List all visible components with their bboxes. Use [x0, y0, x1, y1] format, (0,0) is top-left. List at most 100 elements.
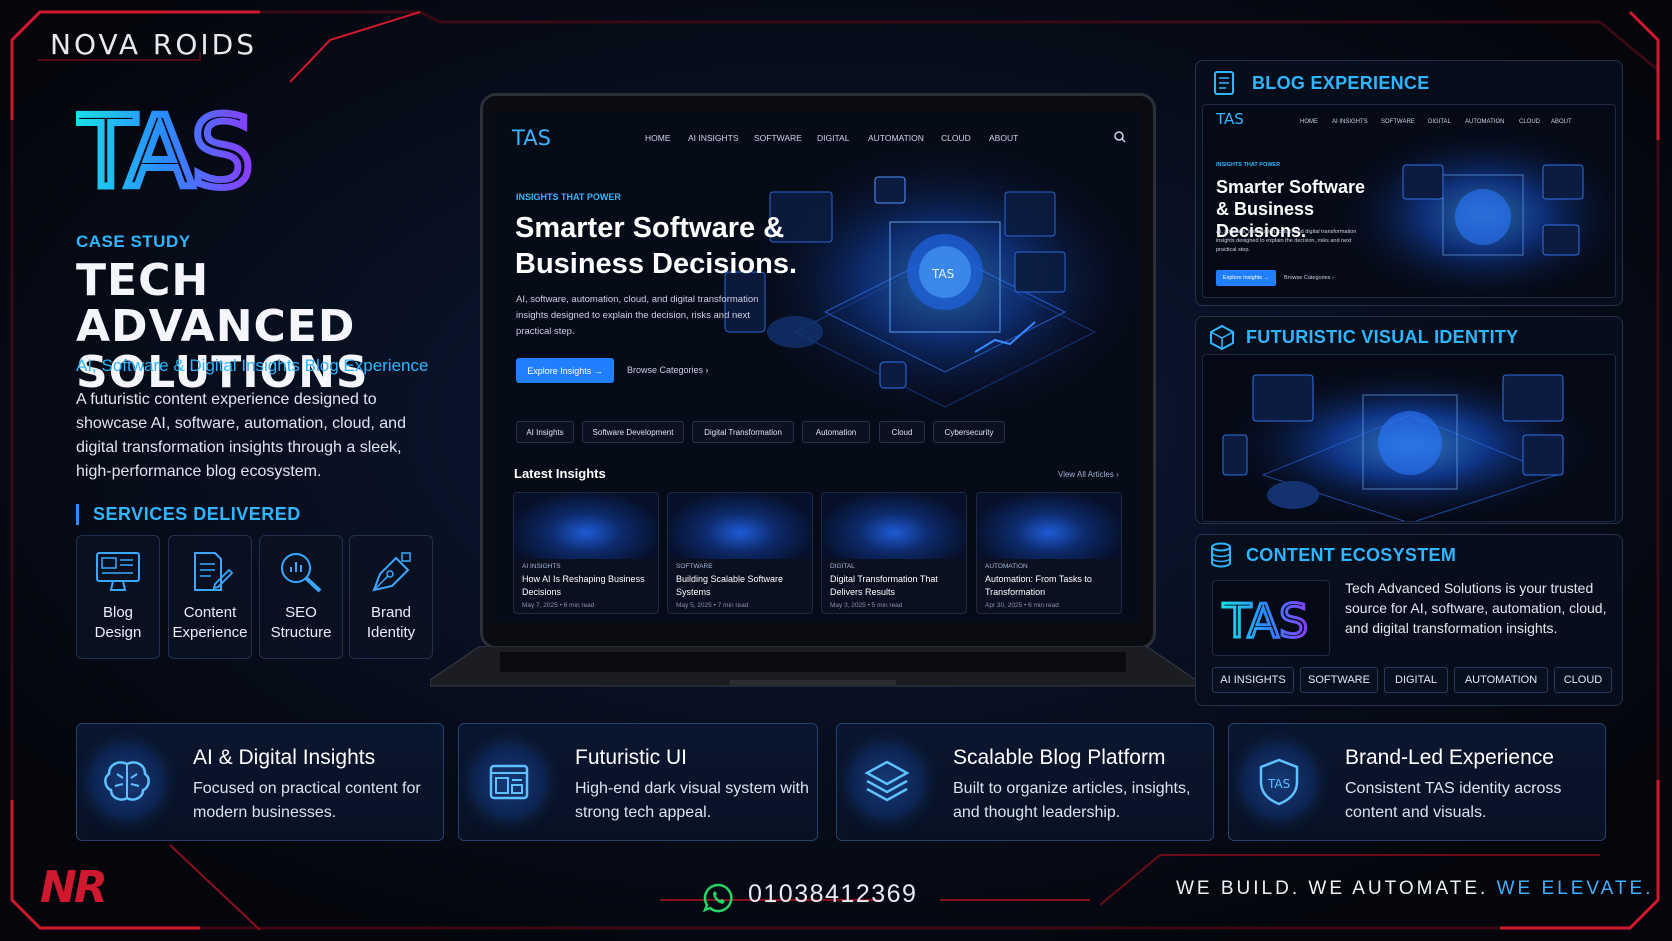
service-label: Content	[183, 604, 237, 621]
feature-icon-circle	[473, 746, 545, 818]
explore-insights-button[interactable]: Explore Insights →	[516, 358, 614, 383]
article-card[interactable]: DIGITAL Digital Transformation That Deli…	[821, 492, 967, 614]
feature-icon-circle	[91, 746, 163, 818]
laptop-logo: TAS	[512, 126, 551, 150]
tas-logo-small: TAS	[1221, 593, 1310, 650]
feature-title: Brand-Led Experience	[1345, 746, 1554, 769]
article-category: AUTOMATION	[985, 563, 1028, 570]
feature-title: Futuristic UI	[575, 746, 688, 769]
feature-description: High-end dark visual system with strong …	[575, 780, 809, 821]
nav-cloud[interactable]: CLOUD	[941, 133, 971, 143]
mini-logo: TAS	[1216, 110, 1244, 128]
article-card[interactable]: AI INSIGHTS How AI Is Reshaping Business…	[513, 492, 659, 614]
slogan: WE BUILD. WE AUTOMATE. WE ELEVATE.	[1176, 878, 1654, 900]
hero-title: Smarter Software & Business Decisions.	[515, 212, 798, 280]
chip-automation[interactable]: Automation	[802, 421, 870, 443]
article-title: Building Scalable Software Systems	[676, 574, 784, 597]
feature-scalable-blog-platform: Scalable Blog Platform Built to organize…	[836, 723, 1214, 841]
article-meta: May 3, 2025 • 5 min read	[830, 602, 903, 609]
hero-kicker: INSIGHTS THAT POWER	[516, 192, 621, 202]
nav-digital[interactable]: DIGITAL	[817, 133, 849, 143]
mini-kicker: INSIGHTS THAT POWER	[1216, 162, 1281, 168]
service-seo-structure: SEO Structure	[259, 535, 343, 659]
content-ecosystem-title: CONTENT ECOSYSTEM	[1246, 545, 1457, 565]
article-meta: May 5, 2025 • 7 min read	[676, 602, 749, 609]
page-description: A futuristic content experience designed…	[76, 391, 406, 480]
mini-explore-button: Explore Insights →	[1216, 270, 1276, 286]
nr-logo: NR	[40, 862, 108, 913]
layers-icon	[864, 760, 910, 802]
view-all-articles-link[interactable]: View All Articles ›	[1058, 470, 1119, 479]
database-icon	[1211, 542, 1231, 568]
feature-title: Scalable Blog Platform	[953, 746, 1166, 769]
article-category: SOFTWARE	[676, 563, 713, 570]
chip-ai-insights[interactable]: AI Insights	[516, 421, 574, 443]
monitor-icon	[96, 552, 140, 591]
service-blog-design: Blog Design	[76, 535, 160, 659]
chip-cybersecurity[interactable]: Cybersecurity	[933, 421, 1005, 443]
hero-subtitle: AI, software, automation, cloud, and dig…	[516, 294, 759, 337]
search-icon[interactable]	[1114, 131, 1126, 143]
browse-categories-link[interactable]: Browse Categories ›	[627, 365, 709, 375]
nav-ai-insights[interactable]: AI INSIGHTS	[688, 133, 739, 143]
nav-home[interactable]: HOME	[645, 133, 671, 143]
nav-software[interactable]: SOFTWARE	[754, 133, 802, 143]
article-title: Digital Transformation That Delivers Res…	[830, 574, 938, 597]
mini-hero-subtitle: AI, software, automation, cloud, and dig…	[1216, 229, 1357, 253]
article-category: AI INSIGHTS	[522, 563, 561, 570]
service-label: Identity	[366, 624, 416, 641]
tas-logo-small-text: TAS	[1222, 594, 1308, 648]
nav-about[interactable]: ABOUT	[989, 133, 1018, 143]
tas-logo-text: TAS	[76, 106, 252, 202]
tag-automation[interactable]: AUTOMATION	[1454, 667, 1548, 693]
mini-nav-automation: AUTOMATION	[1465, 119, 1505, 125]
article-thumbnail	[668, 493, 812, 559]
article-title: How AI Is Reshaping Business Decisions	[522, 574, 645, 597]
case-study-label: CASE STUDY	[76, 232, 191, 251]
shield-logo-text: TAS	[1267, 777, 1290, 791]
mini-nav-about: ABOUT	[1551, 119, 1572, 125]
nav-automation[interactable]: AUTOMATION	[868, 133, 924, 143]
tas-logo: TAS	[76, 106, 257, 202]
mini-nav-ai-insights: AI INSIGHTS	[1332, 119, 1368, 125]
cube-icon	[1210, 324, 1234, 350]
article-category: DIGITAL	[830, 563, 855, 570]
mini-nav-cloud: CLOUD	[1519, 119, 1541, 125]
tag-digital[interactable]: DIGITAL	[1384, 667, 1448, 693]
chip-software-development[interactable]: Software Development	[582, 421, 684, 443]
document-icon	[1214, 71, 1234, 95]
service-label: Blog	[102, 604, 134, 621]
service-label: Brand	[370, 604, 412, 621]
service-label: Structure	[270, 624, 332, 641]
service-content-experience: Content Experience	[168, 535, 252, 659]
article-meta: May 7, 2025 • 6 min read	[522, 602, 595, 609]
article-card[interactable]: AUTOMATION Automation: From Tasks to Tra…	[976, 492, 1122, 614]
blog-experience-title: BLOG EXPERIENCE	[1252, 73, 1430, 93]
service-label: SEO	[285, 604, 317, 621]
visual-identity-title: FUTURISTIC VISUAL IDENTITY	[1246, 327, 1519, 347]
chip-cloud[interactable]: Cloud	[879, 421, 925, 443]
article-meta: Apr 30, 2025 • 6 min read	[985, 602, 1059, 609]
article-card[interactable]: SOFTWARE Building Scalable Software Syst…	[667, 492, 813, 614]
brain-icon	[104, 761, 150, 801]
whatsapp-icon	[702, 883, 733, 913]
visual-identity-preview	[1202, 354, 1616, 522]
tag-cloud[interactable]: CLOUD	[1554, 667, 1612, 693]
article-thumbnail	[514, 493, 658, 559]
ecosystem-description: Tech Advanced Solutions is your trusted …	[1345, 580, 1607, 636]
browser-layout-icon	[489, 764, 529, 800]
service-label: Experience	[172, 624, 248, 641]
service-brand-identity: Brand Identity	[349, 535, 433, 659]
services-heading: SERVICES DELIVERED	[76, 504, 301, 525]
feature-description: Focused on practical content for modern …	[193, 780, 421, 821]
page-subtitle: AI, Software & Digital Insights Blog Exp…	[76, 356, 429, 375]
feature-icon-circle	[851, 746, 923, 818]
tag-software[interactable]: SOFTWARE	[1300, 667, 1378, 693]
pen-tool-icon	[372, 552, 411, 592]
hero-brain-logo: TAS	[931, 267, 954, 281]
tag-ai-insights[interactable]: AI INSIGHTS	[1212, 667, 1294, 693]
feature-ai-digital-insights: AI & Digital Insights Focused on practic…	[76, 723, 444, 841]
feature-title: AI & Digital Insights	[193, 746, 376, 769]
brand-name: NOVA ROIDS	[50, 28, 257, 61]
chip-digital-transformation[interactable]: Digital Transformation	[692, 421, 794, 443]
